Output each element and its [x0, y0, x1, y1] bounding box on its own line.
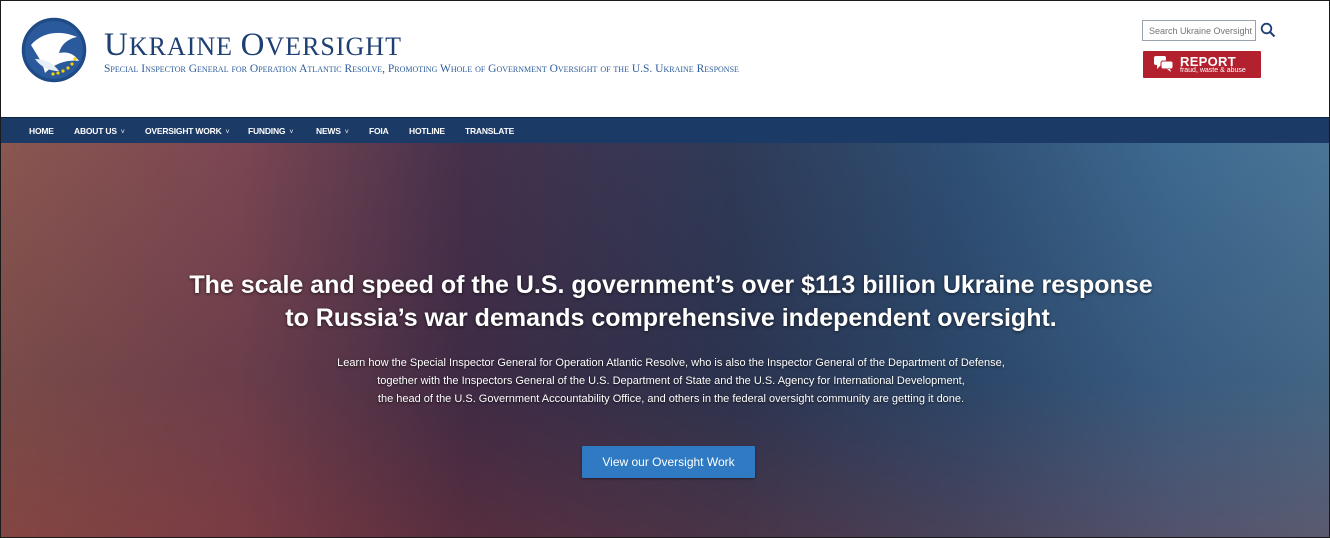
view-oversight-work-button[interactable]: View our Oversight Work — [582, 446, 755, 478]
title-initial-o: O — [240, 27, 266, 63]
nav-item-funding[interactable]: FUNDING ˅ — [248, 118, 293, 144]
title-initial-u: U — [104, 27, 129, 63]
nav-label: NEWS — [316, 126, 341, 136]
nav-label: TRANSLATE — [465, 126, 515, 136]
nav-label: OVERSIGHT WORK — [145, 126, 222, 136]
search-input[interactable] — [1142, 20, 1256, 41]
nav-label: FUNDING — [248, 126, 286, 136]
hero-body-text: Learn how the Special Inspector General … — [231, 354, 1111, 408]
site-subtitle: Special Inspector General for Operation … — [104, 63, 739, 75]
nav-item-news[interactable]: NEWS ˅ — [316, 118, 349, 144]
nav-label: FOIA — [369, 126, 389, 136]
nav-item-translate[interactable]: TRANSLATE — [465, 118, 514, 144]
nav-label: HOTLINE — [409, 126, 445, 136]
hero-body-line: the head of the U.S. Government Accounta… — [377, 393, 965, 405]
chevron-down-icon: ˅ — [289, 129, 294, 136]
nav-item-about-us[interactable]: ABOUT US ˅ — [74, 118, 125, 144]
hero-title-line: The scale and speed of the U.S. governme… — [189, 271, 1153, 299]
hero-banner: The scale and speed of the U.S. governme… — [1, 143, 1329, 537]
nav-item-home[interactable]: HOME — [29, 118, 54, 144]
title-rest-ukraine: KRAINE — [128, 32, 234, 61]
hero-title: The scale and speed of the U.S. governme… — [131, 269, 1211, 335]
nav-item-hotline[interactable]: HOTLINE — [409, 118, 445, 144]
chevron-down-icon: ˅ — [120, 129, 125, 136]
hero-title-line: to Russia’s war demands comprehensive in… — [285, 304, 1057, 332]
report-sublabel: fraud, waste & abuse — [1180, 67, 1246, 74]
site-title[interactable]: UKRAINE OVERSIGHT — [104, 29, 402, 62]
dove-logo-icon[interactable] — [19, 15, 89, 85]
page-frame: UKRAINE OVERSIGHT Special Inspector Gene… — [0, 0, 1330, 538]
report-fraud-button[interactable]: REPORT fraud, waste & abuse — [1143, 51, 1261, 78]
chat-bubbles-icon — [1154, 56, 1174, 72]
title-rest-oversight: VERSIGHT — [265, 32, 402, 61]
main-nav: HOME ABOUT US ˅ OVERSIGHT WORK ˅ FUNDING ˅ … — [1, 117, 1329, 144]
hero-body-line: Learn how the Special Inspector General … — [337, 357, 1005, 369]
chevron-down-icon: ˅ — [225, 129, 230, 136]
hero-body-line: together with the Inspectors General of … — [377, 375, 965, 387]
search-icon[interactable] — [1260, 22, 1276, 38]
nav-label: ABOUT US — [74, 126, 117, 136]
chevron-down-icon: ˅ — [344, 129, 349, 136]
nav-item-oversight-work[interactable]: OVERSIGHT WORK ˅ — [145, 118, 230, 144]
nav-label: HOME — [29, 126, 54, 136]
nav-item-foia[interactable]: FOIA — [369, 118, 389, 144]
site-header: UKRAINE OVERSIGHT Special Inspector Gene… — [1, 1, 1329, 117]
